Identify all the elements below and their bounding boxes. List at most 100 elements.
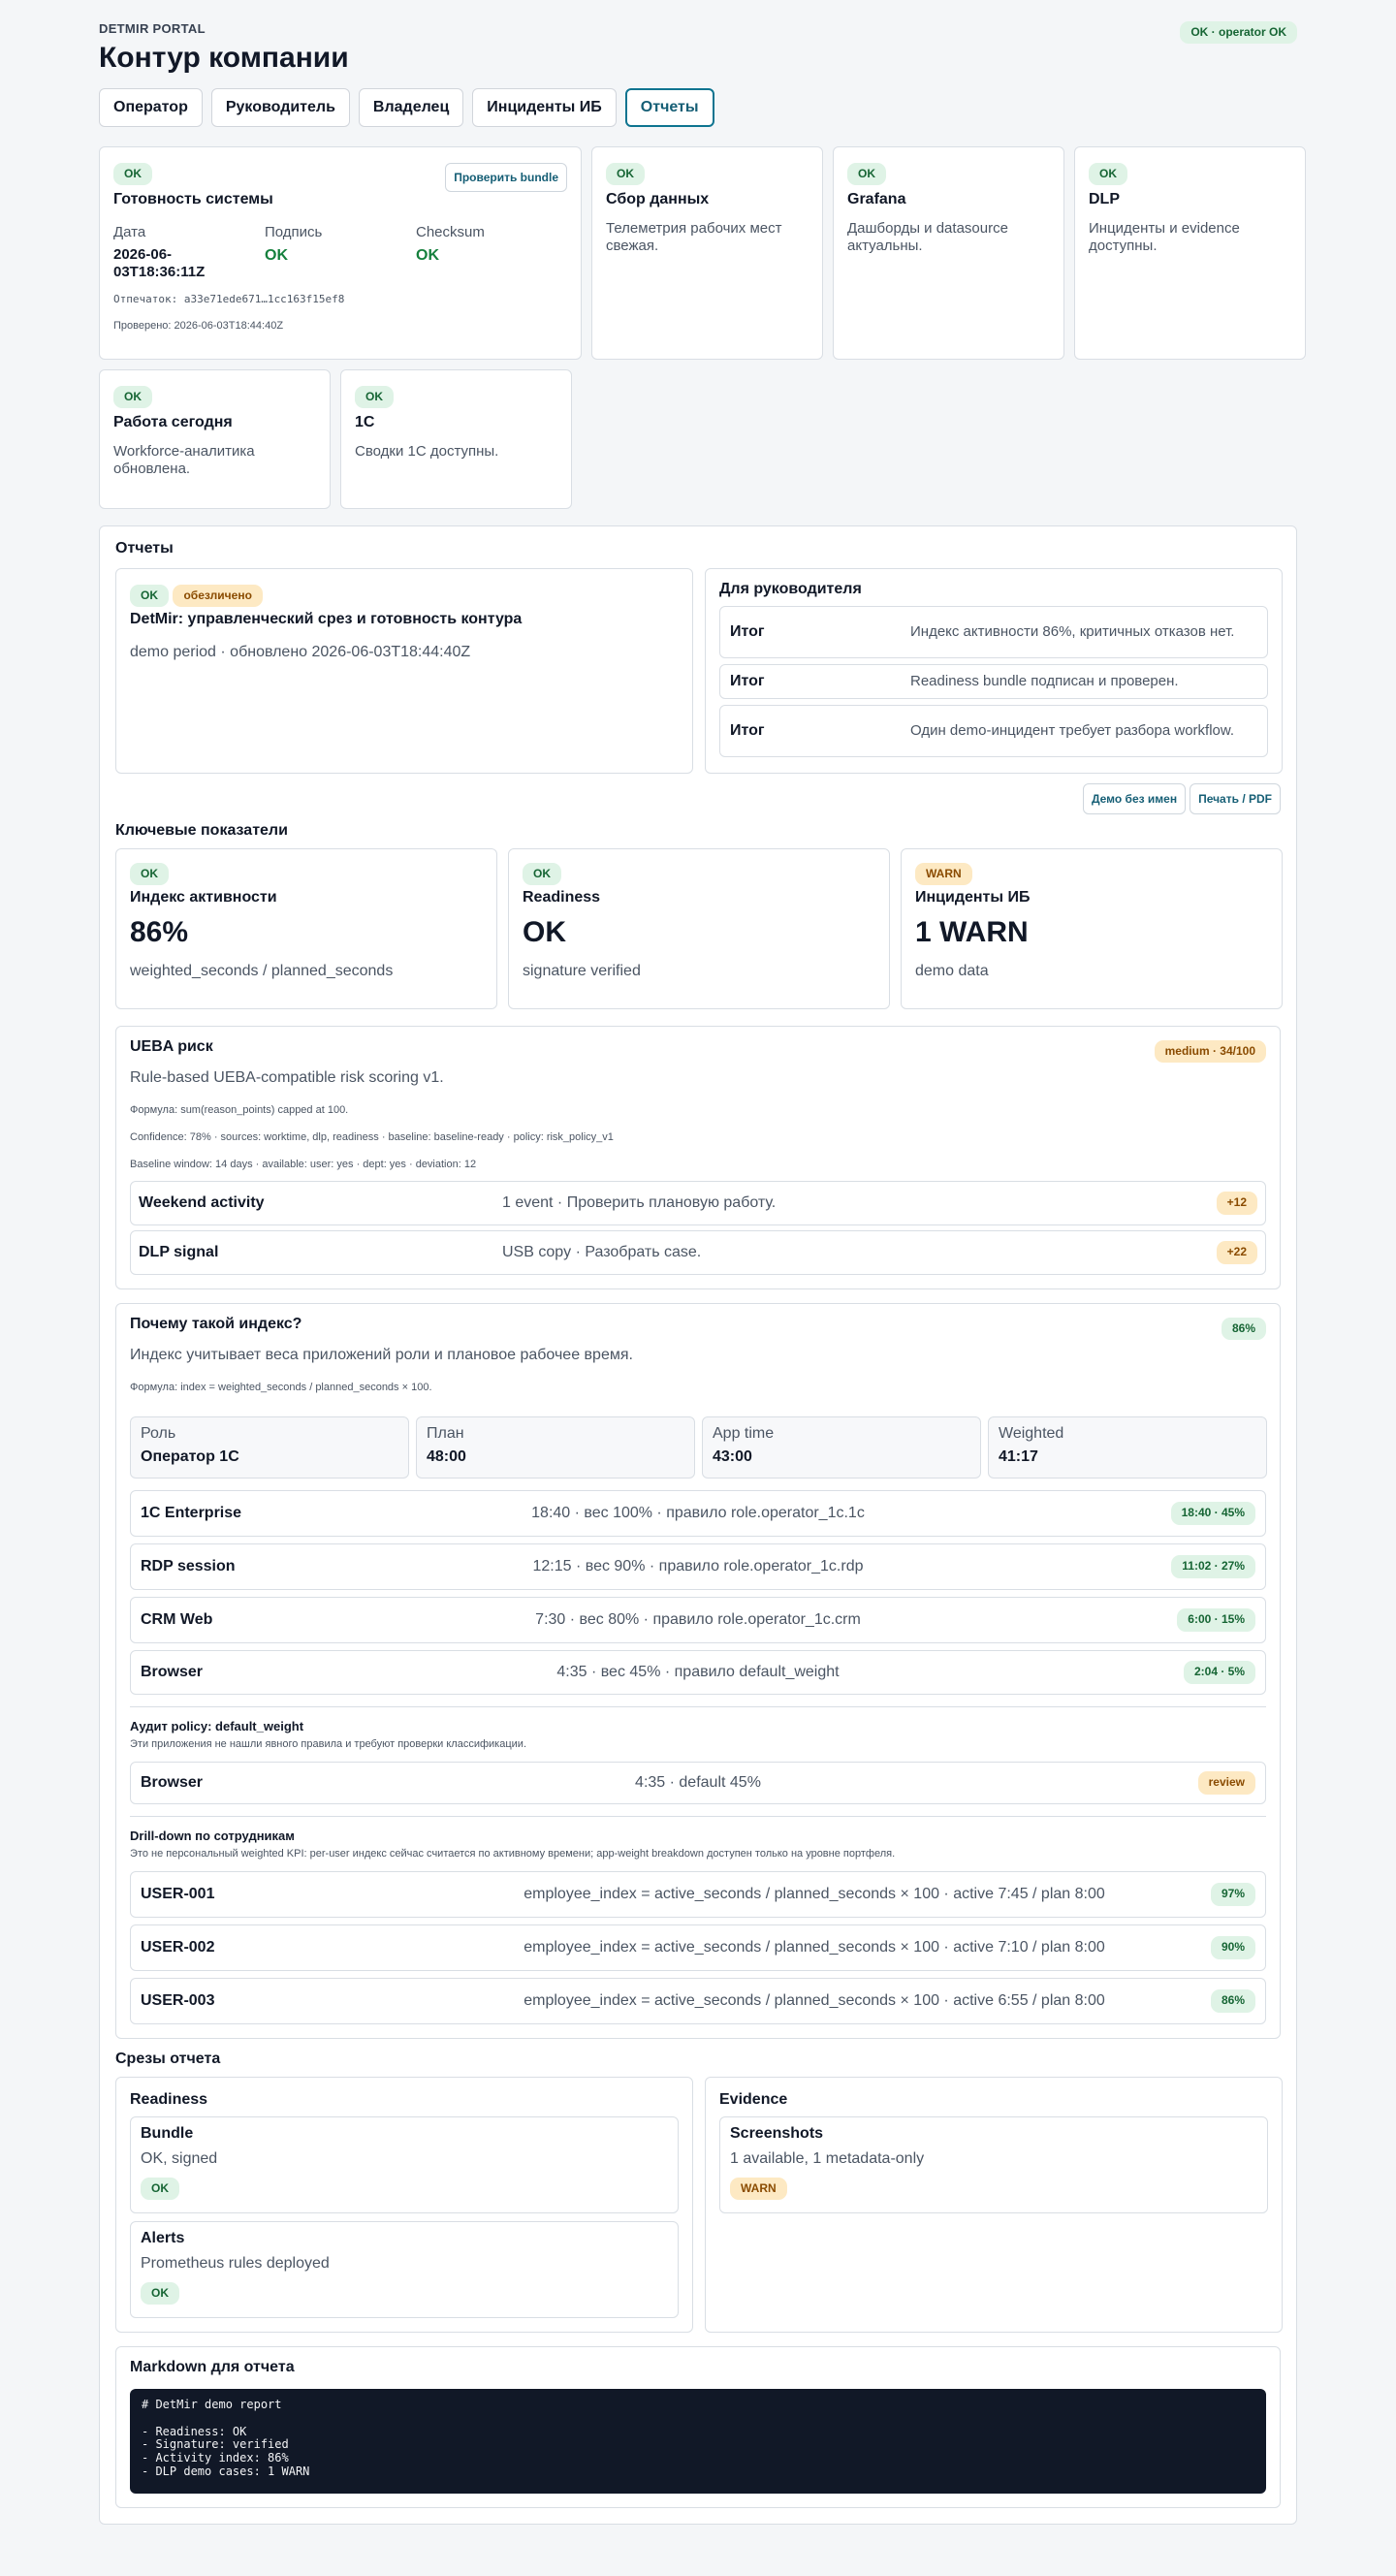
status-badge: OK <box>113 386 152 409</box>
slice-item: Alerts Prometheus rules deployed OK <box>130 2221 679 2318</box>
stat-label: Weighted <box>999 1425 1064 1442</box>
reason-name: DLP signal <box>139 1244 219 1260</box>
checked-timestamp: Проверено: 2026-06-03T18:44:40Z <box>113 320 284 333</box>
reason-desc: USB copy · Разобрать case. <box>502 1244 702 1260</box>
kpi-title: Инциденты ИБ <box>915 889 1031 906</box>
confidence-text: Confidence: 78% · sources: worktime, dlp… <box>130 1131 614 1143</box>
page: DETMIR PORTAL Контур компании OK · opera… <box>99 0 1306 2525</box>
date-value: 2026-06-03T18:36:11Z <box>113 246 206 281</box>
page-title: Контур компании <box>99 42 349 74</box>
app-share-badge: 6:00 · 15% <box>1177 1608 1255 1632</box>
print-pdf-button[interactable]: Печать / PDF <box>1190 783 1281 814</box>
formula-text: Формула: index = weighted_seconds / plan… <box>130 1382 432 1393</box>
stat-value: 41:17 <box>999 1448 1038 1465</box>
kpi-value: 86% <box>130 916 189 949</box>
user-id: USER-002 <box>141 1939 215 1956</box>
item-title: Screenshots <box>730 2125 824 2142</box>
block-title: Почему такой индекс? <box>130 1316 302 1332</box>
card-text: Дашборды и datasource актуальны. <box>847 220 1008 255</box>
summary-row: Итог Индекс активности 86%, критичных от… <box>719 606 1268 658</box>
app-name: Browser <box>141 1774 204 1791</box>
report-actions: Демо без имен Печать / PDF <box>115 783 1281 814</box>
reports-header: OK обезличено DetMir: управленческий сре… <box>115 557 1283 774</box>
slice-readiness: Readiness Bundle OK, signed OK Alerts Pr… <box>115 2077 693 2333</box>
divider <box>130 1706 1266 1707</box>
kpi-card-incidents: WARN Инциденты ИБ 1 WARN demo data <box>901 848 1283 1009</box>
stat-label: App time <box>713 1425 775 1442</box>
demo-anonymous-button[interactable]: Демо без имен <box>1082 783 1187 814</box>
card-text: Сводки 1С доступны. <box>355 443 499 461</box>
slice-item: Bundle OK, signed OK <box>130 2116 679 2213</box>
points-badge: +22 <box>1216 1241 1257 1264</box>
tab-operator[interactable]: Оператор <box>99 88 203 127</box>
slice-evidence: Evidence Screenshots 1 available, 1 meta… <box>705 2077 1283 2333</box>
status-badge: OK <box>141 2178 179 2201</box>
status-badge: OK <box>1089 163 1127 186</box>
app-desc: 12:15 · вес 90% · правило role.operator_… <box>532 1558 864 1574</box>
slices-section-title: Срезы отчета <box>115 2051 221 2067</box>
summary-key: Итог <box>730 673 765 689</box>
baseline-text: Baseline window: 14 days · available: us… <box>130 1159 477 1170</box>
markdown-code[interactable]: # DetMir demo report - Readiness: OK - S… <box>130 2389 1266 2494</box>
status-badge: OK <box>141 2282 179 2306</box>
status-badge: WARN <box>915 863 972 886</box>
app-name: Browser <box>141 1664 204 1680</box>
card-text: Инциденты и evidence доступны. <box>1089 220 1240 255</box>
user-formula: employee_index = active_seconds / planne… <box>524 1992 1105 2009</box>
card-title: Для руководителя <box>719 581 862 597</box>
readiness-kv: Дата 2026-06-03T18:36:11Z Подпись OK Che… <box>113 224 567 281</box>
stat-label: Роль <box>141 1425 176 1442</box>
card-title: Grafana <box>847 191 906 208</box>
slice-item: Screenshots 1 available, 1 metadata-only… <box>719 2116 1268 2213</box>
kpi-subtitle: weighted_seconds / planned_seconds <box>130 963 394 980</box>
user-row[interactable]: USER-002 employee_index = active_seconds… <box>130 1924 1266 1971</box>
kpi-card-readiness: OK Readiness OK signature verified <box>508 848 890 1009</box>
kpi-subtitle: demo data <box>915 963 989 980</box>
slice-title: Readiness <box>130 2091 208 2108</box>
manager-summary-card: Для руководителя Итог Индекс активности … <box>705 568 1283 774</box>
user-row[interactable]: USER-003 employee_index = active_seconds… <box>130 1978 1266 2024</box>
app-name: 1C Enterprise <box>141 1505 242 1521</box>
ueba-risk-block: UEBA риск medium · 34/100 Rule-based UEB… <box>115 1026 1281 1289</box>
user-id: USER-003 <box>141 1992 215 2009</box>
tab-reports[interactable]: Отчеты <box>624 88 714 127</box>
status-grid-secondary: OK Работа сегодня Workforce-аналитика об… <box>99 369 1297 509</box>
app-share-badge: 2:04 · 5% <box>1183 1661 1255 1684</box>
tab-bar: Оператор Руководитель Владелец Инциденты… <box>99 88 1297 127</box>
grafana-card: OK Grafana Дашборды и datasource актуаль… <box>833 146 1064 360</box>
user-index-badge: 97% <box>1210 1883 1255 1906</box>
checksum-value: OK <box>416 247 439 265</box>
app-desc: 4:35 · default 45% <box>635 1774 761 1791</box>
audit-text: Эти приложения не нашли явного правила и… <box>130 1738 527 1750</box>
tab-incidents[interactable]: Инциденты ИБ <box>472 88 617 127</box>
section-title: Отчеты <box>115 540 174 557</box>
card-text: Workforce-аналитика обновлена. <box>113 443 255 478</box>
audit-row: Browser 4:35 · default 45% review <box>130 1762 1266 1804</box>
tab-owner[interactable]: Владелец <box>358 88 464 127</box>
kpi-grid: OK Индекс активности 86% weighted_second… <box>115 848 1283 1009</box>
index-badge: 86% <box>1221 1318 1266 1341</box>
user-row[interactable]: USER-001 employee_index = active_seconds… <box>130 1871 1266 1918</box>
onec-card: OK 1С Сводки 1С доступны. <box>340 369 572 509</box>
report-main-card: OK обезличено DetMir: управленческий сре… <box>115 568 693 774</box>
app-row: RDP session 12:15 · вес 90% · правило ro… <box>130 1543 1266 1590</box>
summary-value: Readiness bundle подписан и проверен. <box>910 673 1179 690</box>
app-share-badge: 18:40 · 45% <box>1170 1502 1255 1525</box>
user-index-badge: 86% <box>1210 1989 1255 2013</box>
audit-title: Аудит policy: default_weight <box>130 1719 304 1733</box>
risk-reason-row: DLP signal USB copy · Разобрать case. +2… <box>130 1230 1266 1275</box>
app-desc: 18:40 · вес 100% · правило role.operator… <box>531 1505 865 1521</box>
tab-manager[interactable]: Руководитель <box>210 88 350 127</box>
reason-desc: 1 event · Проверить плановую работу. <box>502 1194 777 1211</box>
summary-row: Итог Один demo-инцидент требует разбора … <box>719 705 1268 757</box>
kpi-value: 1 WARN <box>915 916 1029 949</box>
verify-bundle-button[interactable]: Проверить bundle <box>445 163 567 192</box>
status-badge: OK <box>355 386 394 409</box>
summary-key: Итог <box>730 623 765 640</box>
review-badge: review <box>1197 1771 1255 1795</box>
status-grid: OK Проверить bundle Готовность системы Д… <box>99 146 1306 360</box>
report-slices: Readiness Bundle OK, signed OK Alerts Pr… <box>115 2077 1283 2333</box>
app-row: CRM Web 7:30 · вес 80% · правило role.op… <box>130 1597 1266 1643</box>
stat-label: План <box>427 1425 464 1442</box>
item-desc: 1 available, 1 metadata-only <box>730 2150 925 2167</box>
